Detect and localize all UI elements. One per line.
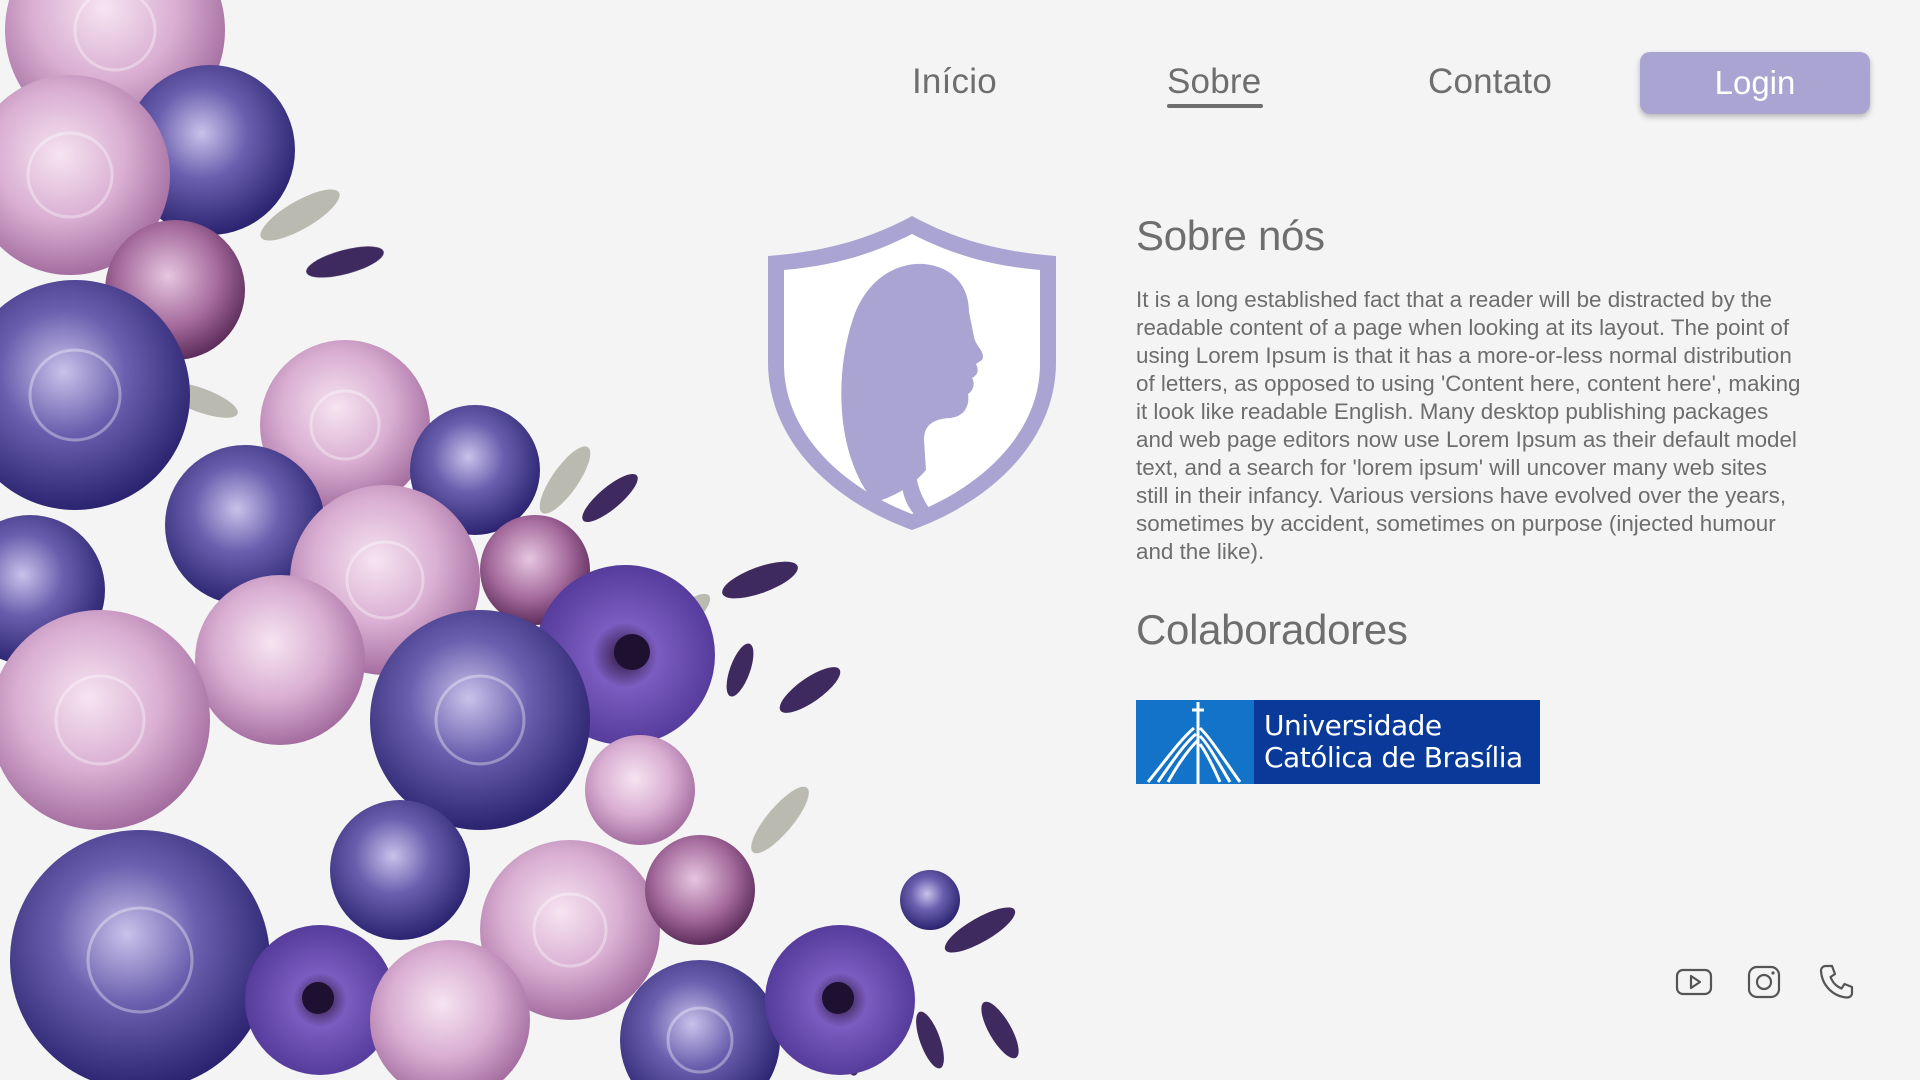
floral-decoration <box>0 0 1019 1080</box>
top-nav: Início Sobre Contato Login <box>830 52 1880 118</box>
social-links <box>1670 962 1860 1008</box>
ucb-logo-line1: Universidade <box>1264 709 1442 742</box>
collaborators-title: Colaboradores <box>1136 606 1408 653</box>
page: Início Sobre Contato Login Sobre nós It … <box>0 0 1920 1080</box>
about-title: Sobre nós <box>1136 212 1325 259</box>
ucb-logo-text: Universidade Católica de Brasília <box>1254 710 1523 774</box>
youtube-icon[interactable] <box>1674 962 1714 1002</box>
nav-link-sobre[interactable]: Sobre <box>1167 62 1264 108</box>
ucb-logo[interactable]: Universidade Católica de Brasília <box>1136 700 1540 784</box>
phone-icon[interactable] <box>1816 962 1856 1002</box>
about-section: Sobre nós It is a long established fact … <box>1136 212 1826 784</box>
ucb-logo-line2: Católica de Brasília <box>1264 741 1523 774</box>
login-button[interactable]: Login <box>1640 52 1870 114</box>
ucb-emblem-icon <box>1136 700 1254 784</box>
shield-woman-logo-icon <box>768 216 1056 530</box>
nav-link-inicio[interactable]: Início <box>912 62 997 102</box>
about-text: It is a long established fact that a rea… <box>1136 287 1801 564</box>
instagram-icon[interactable] <box>1744 962 1784 1002</box>
nav-link-contato[interactable]: Contato <box>1428 62 1552 102</box>
